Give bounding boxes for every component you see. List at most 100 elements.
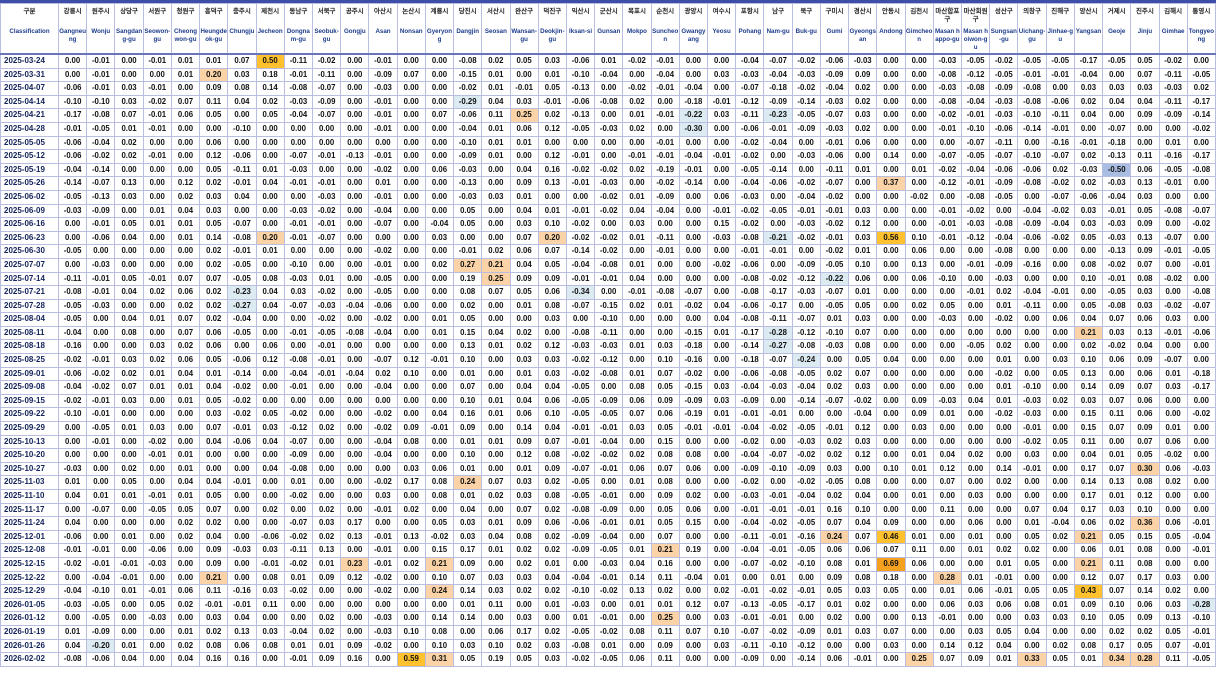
value-cell: -0.02 <box>594 162 624 178</box>
value-cell: 0.05 <box>199 108 229 123</box>
value-cell: -0.12 <box>932 176 963 191</box>
value-cell: 0.02 <box>170 189 201 205</box>
row-date: 2025-04-21 <box>0 108 59 123</box>
value-cell: -0.01 <box>424 353 455 368</box>
value-cell: 0.00 <box>1186 339 1216 355</box>
table-row: 2025-12-22 0.00 -0.04 -0.01 0.00 0.00 0.21 0.00… <box>0 570 1216 586</box>
value-cell: 0.17 <box>1102 638 1132 654</box>
value-cell: 0.03 <box>537 638 567 654</box>
value-cell: 0.05 <box>114 475 144 490</box>
value-cell: 0.00 <box>114 448 144 463</box>
value-cell: 0.00 <box>396 339 426 355</box>
value-cell: -0.01 <box>791 502 821 518</box>
value-cell: 0.07 <box>114 108 144 123</box>
value-cell: 0.01 <box>565 611 596 626</box>
value-cell: -0.01 <box>565 271 596 287</box>
value-cell: -0.01 <box>86 393 116 409</box>
value-cell: 0.02 <box>142 285 172 300</box>
column-header-ko: 공주시 <box>345 8 364 15</box>
table-row: 2025-10-20 0.00 0.00 0.00 -0.01 0.01 0.00 0.00 0… <box>0 448 1216 463</box>
value-cell: 0.00 <box>707 353 737 368</box>
value-cell: -0.03 <box>819 94 850 110</box>
value-cell: -0.04 <box>960 94 991 110</box>
value-cell: 0.04 <box>255 434 285 450</box>
value-cell: -0.01 <box>594 421 624 436</box>
value-cell: -0.08 <box>791 339 821 355</box>
column-header-en: Jinju <box>1137 28 1153 35</box>
value-cell: 0.00 <box>396 217 426 232</box>
value-cell: 0.01 <box>989 298 1019 314</box>
value-cell: -0.13 <box>453 176 483 191</box>
value-cell: -0.06 <box>227 353 257 368</box>
value-cell: -0.08 <box>1017 176 1047 191</box>
value-cell: 0.05 <box>1073 298 1104 314</box>
value-cell: 0.01 <box>594 638 624 654</box>
value-cell: -0.09 <box>791 461 821 477</box>
value-cell: -0.10 <box>932 271 963 287</box>
value-cell: 0.06 <box>650 407 680 423</box>
value-cell: 0.00 <box>424 434 455 450</box>
value-cell: 0.03 <box>1102 325 1132 341</box>
value-cell: 0.05 <box>1158 624 1188 640</box>
value-cell: 0.09 <box>453 556 483 572</box>
value-cell: -0.02 <box>1102 257 1132 273</box>
value-cell: 0.00 <box>114 53 144 69</box>
value-cell: -0.01 <box>283 325 313 341</box>
value-cell: -0.01 <box>368 257 398 273</box>
table-row: 2025-12-08 -0.01 -0.01 0.00 -0.06 0.00 0.09 -0.… <box>0 543 1216 558</box>
value-cell: 0.00 <box>340 461 370 477</box>
value-cell: 0.04 <box>1017 624 1047 640</box>
value-cell: -0.05 <box>565 407 596 423</box>
value-cell: -0.11 <box>594 325 624 341</box>
value-cell: -0.01 <box>368 189 398 205</box>
value-cell: 0.04 <box>537 380 567 395</box>
value-cell: 0.00 <box>255 189 285 205</box>
value-cell: 0.00 <box>396 448 426 463</box>
value-cell: 0.00 <box>170 407 201 423</box>
value-cell: -0.05 <box>86 611 116 626</box>
value-cell: 0.00 <box>142 189 172 205</box>
value-cell: -0.04 <box>650 67 680 83</box>
value-cell: 0.00 <box>481 217 511 232</box>
value-cell: 0.02 <box>650 584 680 599</box>
value-cell: 0.00 <box>594 285 624 300</box>
row-date: 2025-04-14 <box>0 94 59 110</box>
value-cell: 0.12 <box>199 149 229 164</box>
value-cell: 0.10 <box>848 257 878 273</box>
value-cell: 0.00 <box>707 53 737 69</box>
value-cell: 0.17 <box>396 475 426 490</box>
value-cell: -0.03 <box>1102 230 1132 246</box>
value-cell: 0.00 <box>142 529 172 545</box>
value-cell: -0.07 <box>311 81 342 96</box>
value-cell: 0.01 <box>509 135 539 151</box>
column-header: 김천시 Gimcheon <box>904 3 934 55</box>
value-cell: 0.00 <box>791 298 821 314</box>
value-cell: 0.06 <box>537 516 567 531</box>
value-cell: 0.02 <box>1073 339 1104 355</box>
value-cell: 0.00 <box>86 312 116 327</box>
value-cell: 0.00 <box>707 502 737 518</box>
value-cell: -0.06 <box>1017 162 1047 178</box>
value-cell: -0.01 <box>1045 121 1075 137</box>
value-cell: 0.00 <box>142 570 172 586</box>
value-cell: 0.02 <box>1158 584 1188 599</box>
value-cell: 0.07 <box>1130 257 1160 273</box>
value-cell: 0.00 <box>255 325 285 341</box>
value-cell: 0.00 <box>678 584 709 599</box>
value-cell: -0.02 <box>311 285 342 300</box>
column-header-en: Heungdeok-gu <box>200 28 227 43</box>
value-cell: 0.00 <box>114 516 144 531</box>
column-header-ko: 서산시 <box>486 8 505 15</box>
value-cell: -0.03 <box>57 203 88 219</box>
value-cell: 0.00 <box>678 652 709 667</box>
value-cell: 0.01 <box>960 529 991 545</box>
value-cell: 0.00 <box>819 353 850 368</box>
value-cell: 0.00 <box>1017 339 1047 355</box>
value-cell: 0.00 <box>904 434 934 450</box>
value-cell: -0.04 <box>848 407 878 423</box>
value-cell: 0.00 <box>876 325 906 341</box>
value-cell: 0.09 <box>904 407 934 423</box>
value-cell: 0.00 <box>481 502 511 518</box>
value-cell: 0.25 <box>509 108 539 123</box>
value-cell: 0.05 <box>650 421 680 436</box>
